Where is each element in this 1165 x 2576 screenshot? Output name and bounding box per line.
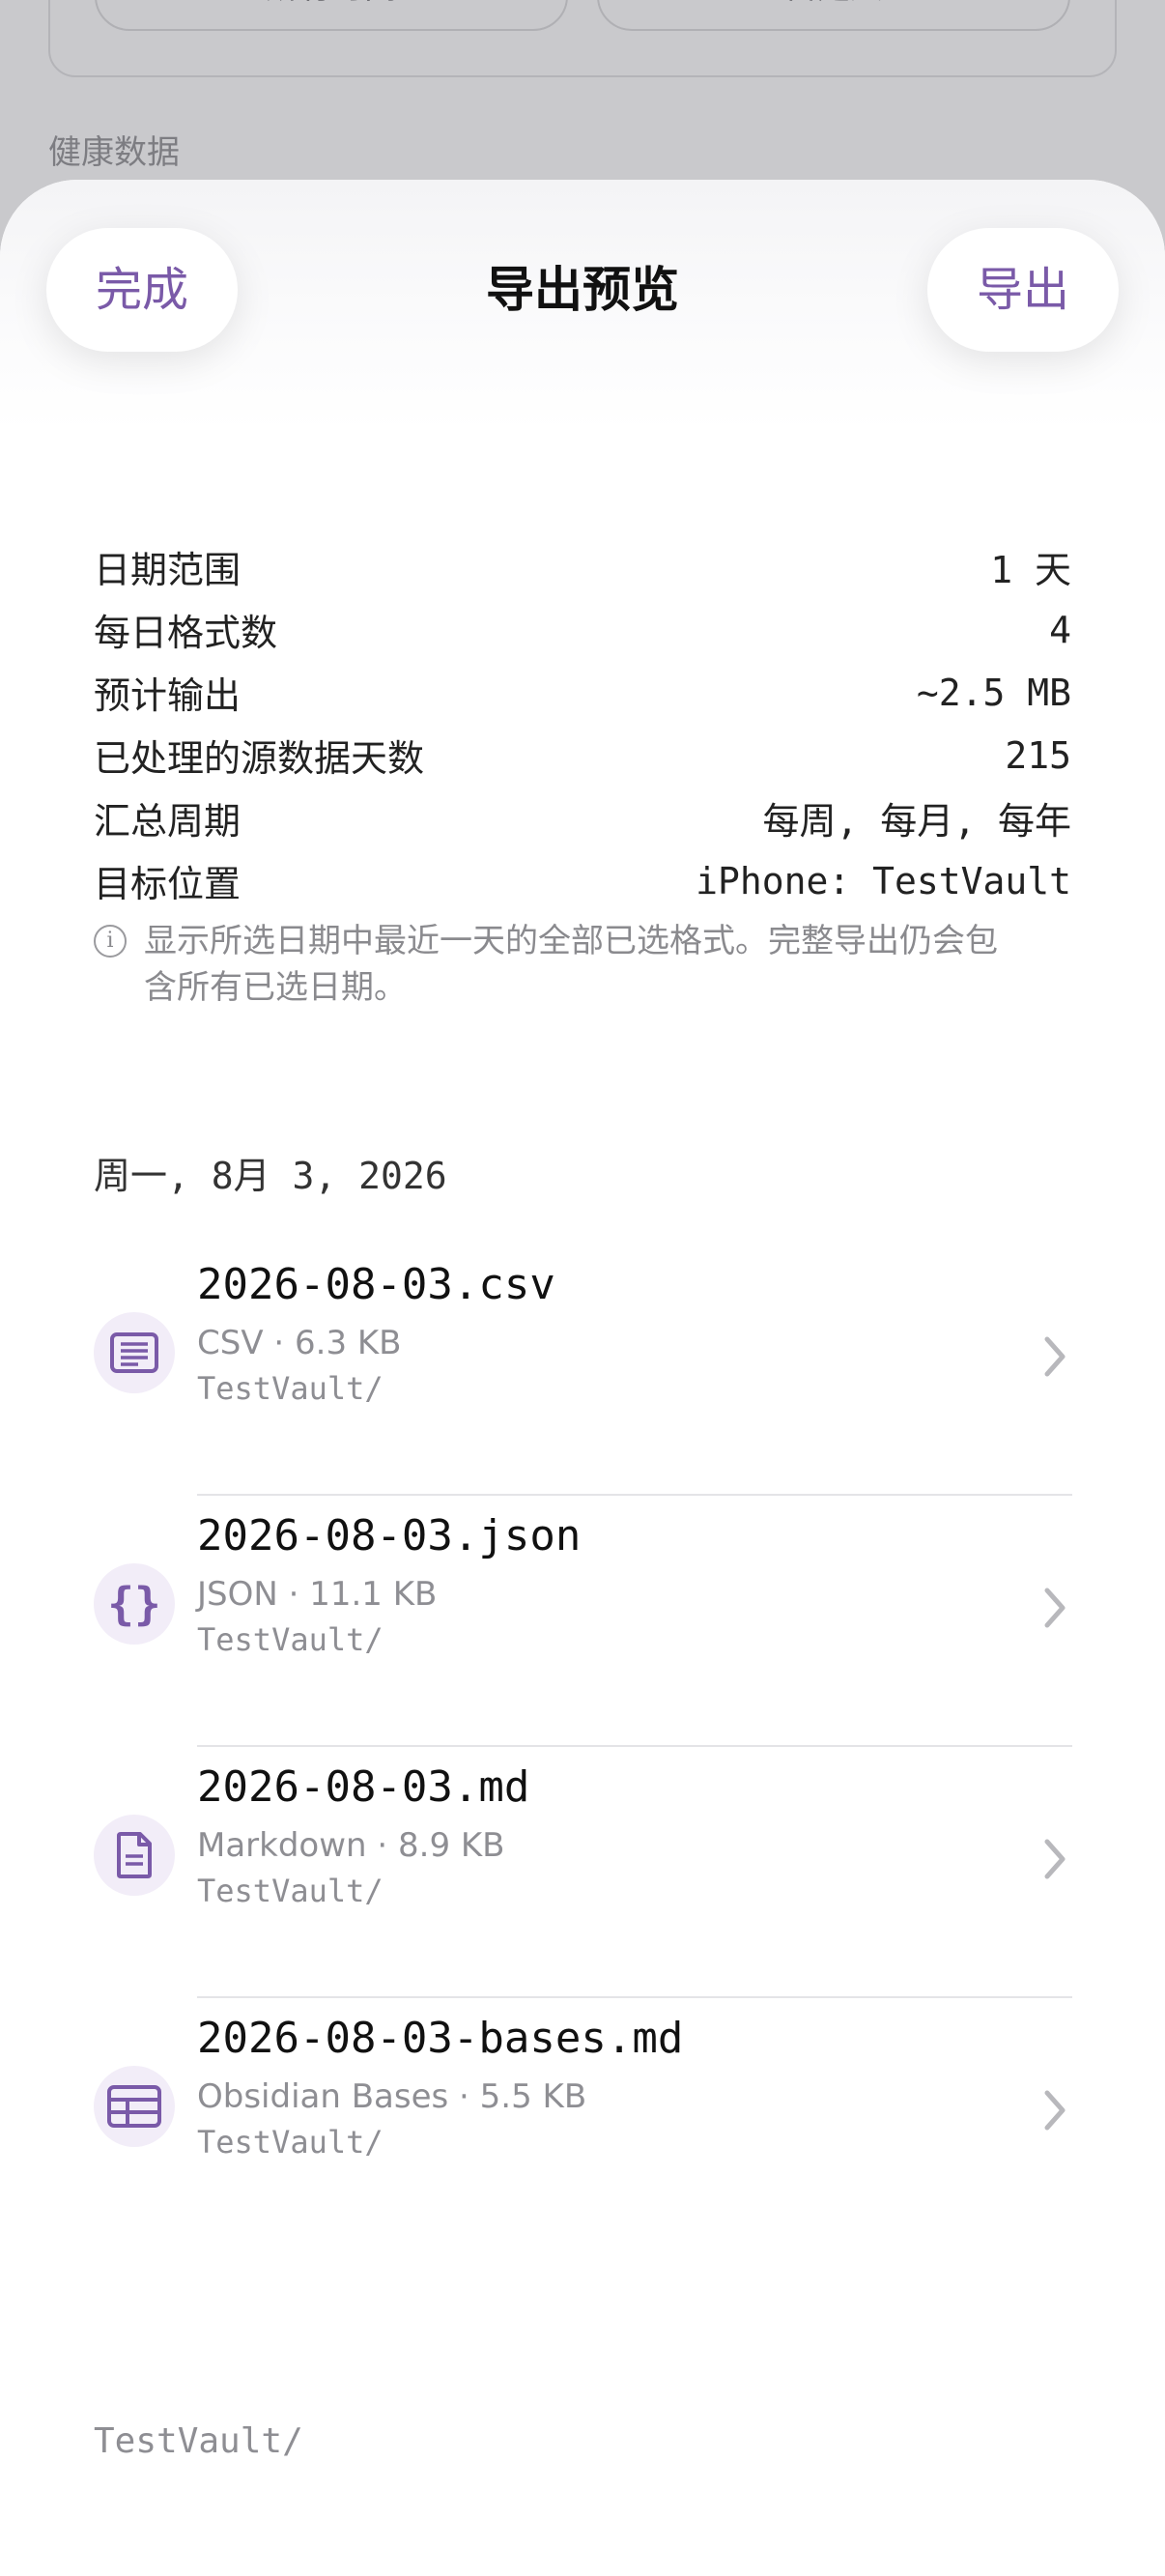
- file-path: TestVault/: [197, 1621, 384, 1658]
- summary-row-destination: 目标位置 iPhone: TestVault: [94, 849, 1071, 912]
- summary-value: 1 天: [990, 549, 1071, 591]
- export-button[interactable]: 导出: [927, 228, 1119, 352]
- chevron-right-icon: [1044, 1336, 1066, 1377]
- divider: [197, 1494, 1072, 1496]
- summary-list: 日期范围 1 天 每日格式数 4 预计输出 ~2.5 MB 已处理的源数据天数 …: [94, 535, 1071, 912]
- file-meta: Markdown · 8.9 KB: [197, 1826, 505, 1865]
- summary-row-estimated-output: 预计输出 ~2.5 MB: [94, 661, 1071, 724]
- preview-note-text: 显示所选日期中最近一天的全部已选格式。完整导出仍会包含所有已选日期。: [144, 922, 998, 1007]
- summary-label: 每日格式数: [94, 612, 278, 654]
- file-path: TestVault/: [197, 1873, 384, 1909]
- chevron-right-icon: [1044, 1839, 1066, 1879]
- summary-label: 预计输出: [94, 674, 242, 717]
- background-section-title: 健康数据: [48, 133, 180, 172]
- summary-label: 日期范围: [94, 549, 242, 591]
- file-row-csv[interactable]: 2026-08-03.csv CSV · 6.3 KB TestVault/: [0, 1252, 1165, 1502]
- table-icon: [94, 2066, 175, 2147]
- summary-row-formats-per-day: 每日格式数 4: [94, 598, 1071, 661]
- summary-value: 每周, 每月, 每年: [762, 800, 1071, 843]
- summary-value: ~2.5 MB: [916, 671, 1071, 714]
- divider: [197, 1745, 1072, 1747]
- summary-label: 已处理的源数据天数: [94, 737, 425, 780]
- file-meta: CSV · 6.3 KB: [197, 1324, 402, 1362]
- file-name: 2026-08-03-bases.md: [197, 2014, 684, 2063]
- background-pill-all-time: 所有时间: [95, 0, 568, 31]
- file-name: 2026-08-03.csv: [197, 1260, 555, 1309]
- curly-braces-icon: {}: [94, 1563, 175, 1645]
- summary-row-source-days: 已处理的源数据天数 215: [94, 724, 1071, 787]
- list-document-icon: [94, 1312, 175, 1393]
- summary-row-aggregation-periods: 汇总周期 每周, 每月, 每年: [94, 787, 1071, 849]
- summary-value: 215: [1005, 733, 1071, 777]
- chevron-right-icon: [1044, 1588, 1066, 1628]
- file-row-json[interactable]: {} 2026-08-03.json JSON · 11.1 KB TestVa…: [0, 1503, 1165, 1753]
- file-path: TestVault/: [197, 1370, 384, 1407]
- date-header: 周一, 8月 3, 2026: [94, 1155, 447, 1197]
- footer-path: TestVault/: [94, 2421, 303, 2461]
- summary-value: iPhone: TestVault: [696, 859, 1071, 902]
- file-meta: JSON · 11.1 KB: [197, 1575, 438, 1614]
- chevron-right-icon: [1044, 2090, 1066, 2131]
- summary-row-date-range: 日期范围 1 天: [94, 535, 1071, 598]
- divider: [197, 1996, 1072, 1998]
- file-name: 2026-08-03.md: [197, 1762, 530, 1812]
- info-icon: i: [94, 925, 127, 958]
- done-button[interactable]: 完成: [46, 228, 238, 352]
- document-text-icon: [94, 1815, 175, 1896]
- summary-label: 汇总周期: [94, 800, 242, 843]
- background-pill-custom: 自定义: [597, 0, 1070, 31]
- file-row-markdown[interactable]: 2026-08-03.md Markdown · 8.9 KB TestVaul…: [0, 1755, 1165, 2004]
- summary-value: 4: [1049, 608, 1071, 651]
- file-path: TestVault/: [197, 2124, 384, 2161]
- summary-label: 目标位置: [94, 863, 242, 905]
- file-row-bases[interactable]: 2026-08-03-bases.md Obsidian Bases · 5.5…: [0, 2006, 1165, 2255]
- file-meta: Obsidian Bases · 5.5 KB: [197, 2077, 587, 2116]
- file-name: 2026-08-03.json: [197, 1511, 582, 1560]
- export-preview-sheet: 导出预览 完成 导出 日期范围 1 天 每日格式数 4 预计输出 ~2.5 MB…: [0, 180, 1165, 2576]
- preview-note: i 显示所选日期中最近一天的全部已选格式。完整导出仍会包含所有已选日期。: [94, 918, 1021, 1011]
